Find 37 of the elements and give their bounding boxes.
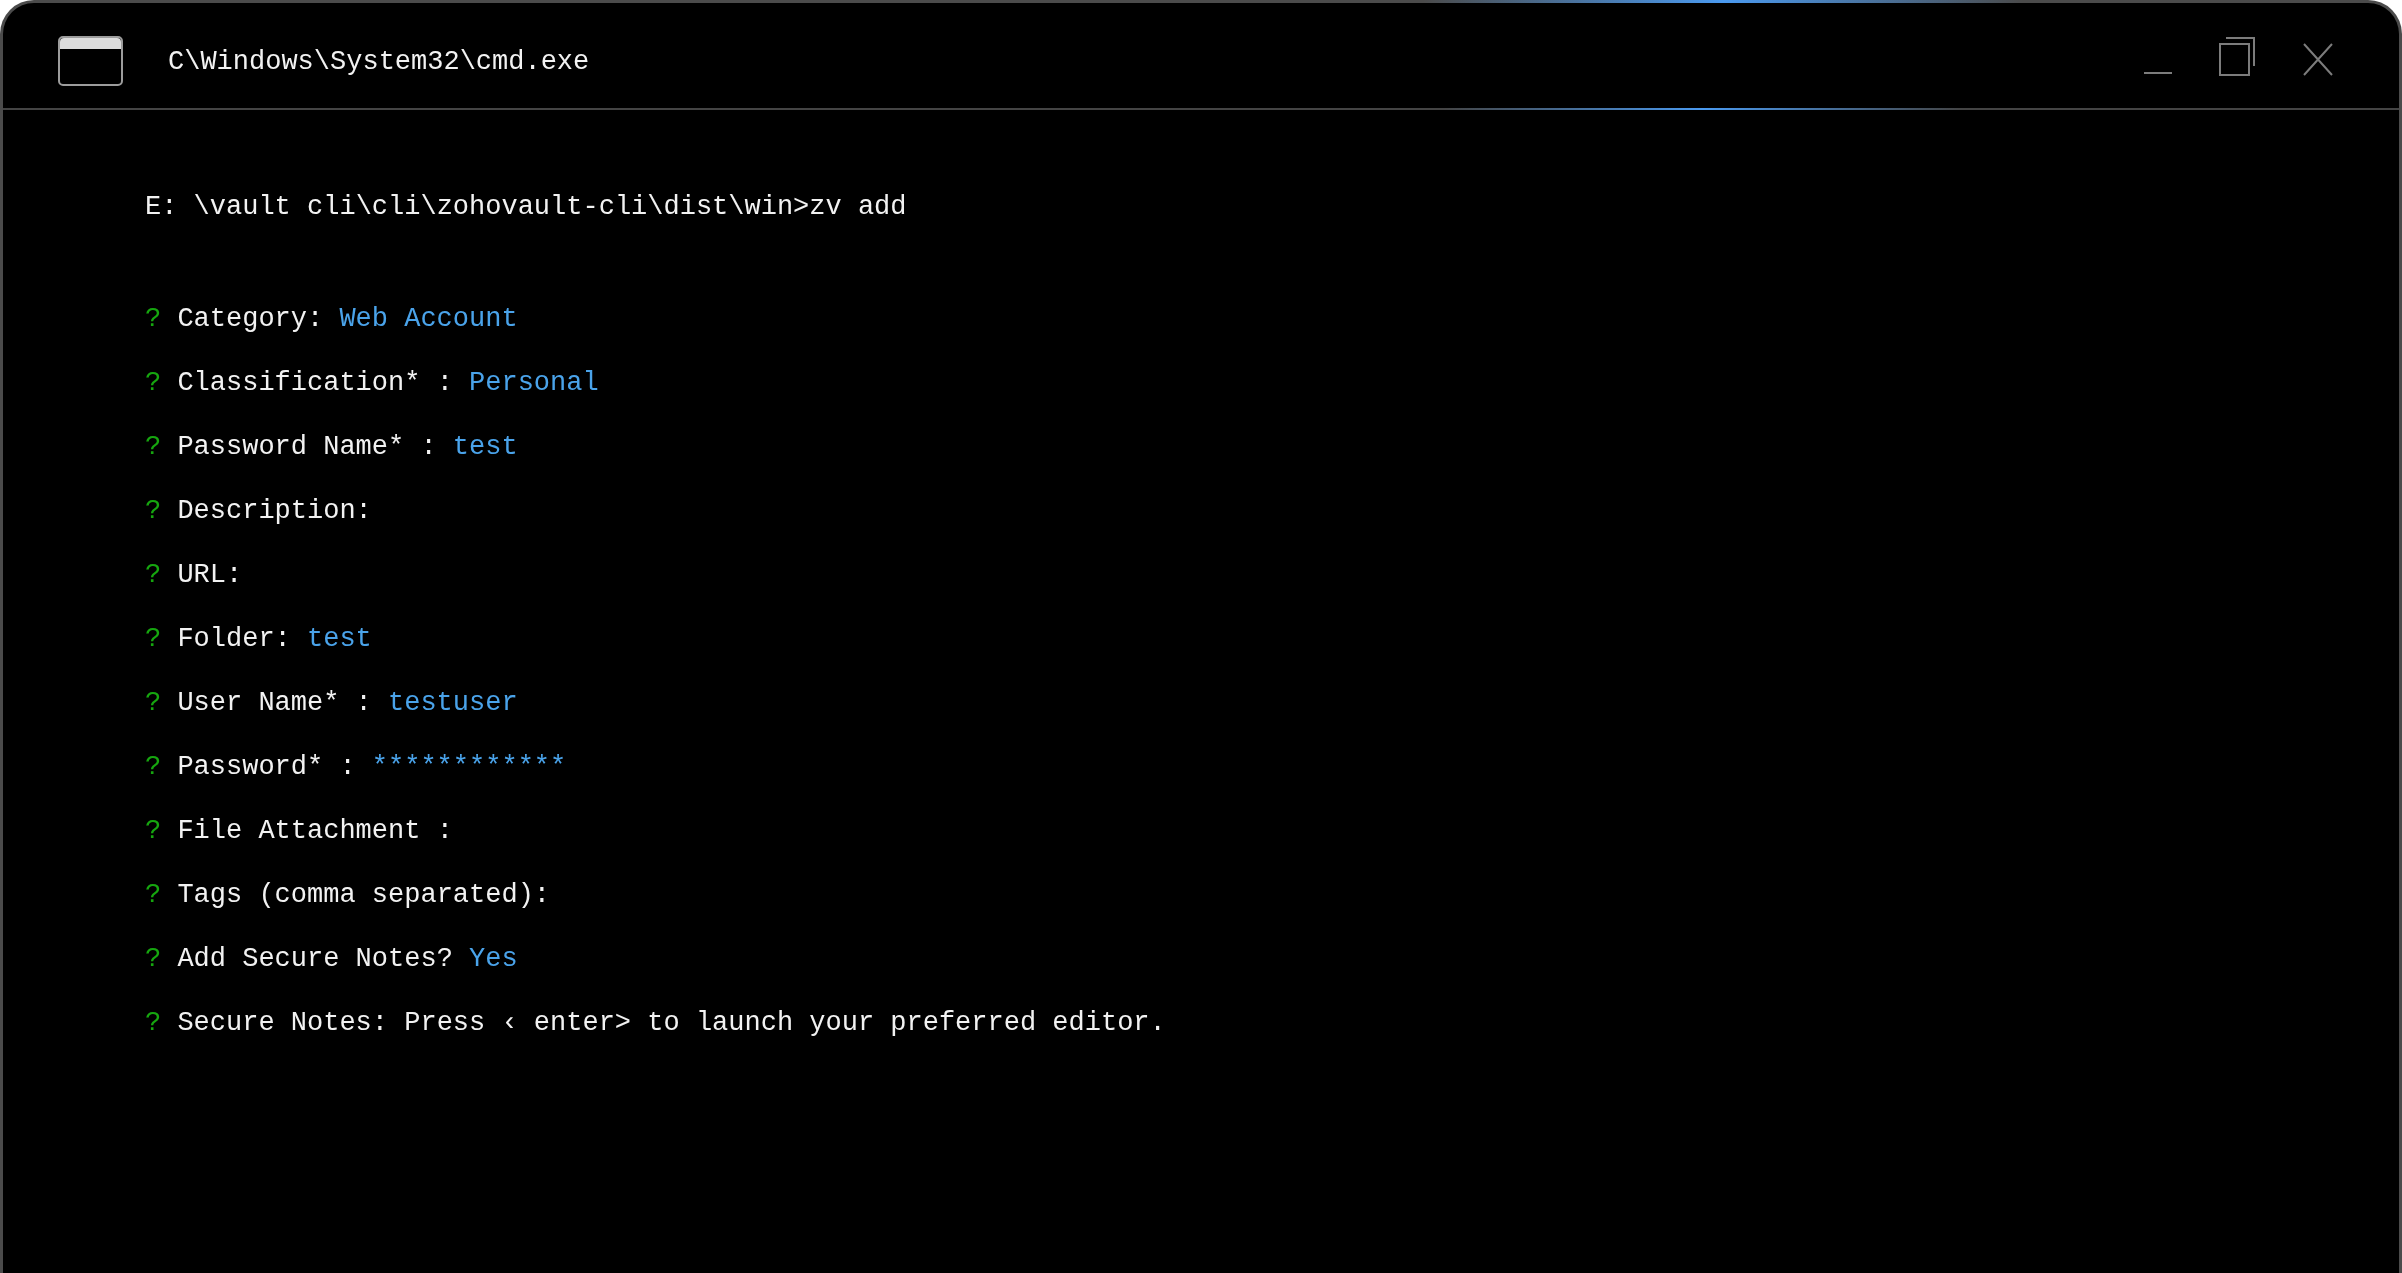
prompt-label: Category: bbox=[177, 303, 324, 336]
command-line: E: \vault cli\cli\zohovault-cli\dist\win>zv add bbox=[145, 191, 907, 224]
prompt-marker: ? bbox=[145, 431, 162, 464]
close-icon[interactable] bbox=[2303, 43, 2333, 76]
prompt-label: Classification* : bbox=[177, 367, 453, 400]
prompt-marker: ? bbox=[145, 1007, 162, 1040]
prompt-marker: ? bbox=[145, 687, 162, 720]
restore-icon[interactable] bbox=[2219, 37, 2256, 76]
prompt-label: Password Name* : bbox=[177, 431, 437, 464]
prompt-marker: ? bbox=[145, 623, 162, 656]
prompt-marker: ? bbox=[145, 751, 162, 784]
prompt-label: URL: bbox=[177, 559, 243, 592]
prompt-label: Password* : bbox=[177, 751, 356, 784]
prompt-marker: ? bbox=[145, 815, 162, 848]
prompt-label: Add Secure Notes? bbox=[177, 943, 453, 976]
prompt-label: File Attachment : bbox=[177, 815, 453, 848]
window-icon bbox=[58, 36, 123, 86]
prompt-label: Tags (comma separated): bbox=[177, 879, 551, 912]
prompt-label: Folder: bbox=[177, 623, 291, 656]
prompt-marker: ? bbox=[145, 559, 162, 592]
minimize-icon[interactable] bbox=[2144, 71, 2172, 75]
prompt-answer: testuser bbox=[388, 687, 518, 720]
prompt-label: User Name* : bbox=[177, 687, 372, 720]
prompt-label: Description: bbox=[177, 495, 372, 528]
prompt-marker: ? bbox=[145, 879, 162, 912]
prompt-marker: ? bbox=[145, 367, 162, 400]
prompt-marker: ? bbox=[145, 943, 162, 976]
prompt-marker: ? bbox=[145, 495, 162, 528]
window-title: C\Windows\System32\cmd.exe bbox=[168, 46, 590, 78]
prompt-marker: ? bbox=[145, 303, 162, 336]
prompt-answer: test bbox=[452, 431, 518, 464]
prompt-answer: Personal bbox=[469, 367, 599, 400]
prompt-answer: ************ bbox=[371, 751, 567, 784]
prompt-answer: Web Account bbox=[339, 303, 518, 336]
prompt-label: Secure Notes: Press ‹ enter> to launch your preferred editor. bbox=[177, 1007, 1166, 1040]
prompt-answer: test bbox=[307, 623, 372, 656]
prompt-answer: Yes bbox=[469, 943, 518, 976]
